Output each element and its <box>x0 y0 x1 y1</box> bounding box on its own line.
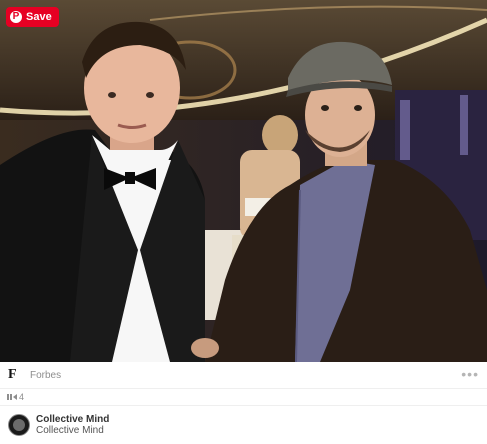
save-label: Save <box>26 11 52 23</box>
avatar[interactable] <box>8 414 30 436</box>
source-row[interactable]: F Forbes ••• <box>0 362 487 389</box>
board-owner[interactable]: Collective Mind <box>36 414 109 425</box>
forbes-logo-icon: F <box>8 367 17 382</box>
save-button[interactable]: P Save <box>6 7 59 27</box>
repin-icon <box>7 394 17 400</box>
board-name[interactable]: Collective Mind <box>36 425 109 436</box>
repin-count: 4 <box>19 392 25 402</box>
pin-photo[interactable]: P Save <box>0 0 487 362</box>
pin-card: P Save F Forbes ••• 4 Collective Mind Co… <box>0 0 487 444</box>
pinterest-logo-icon: P <box>10 11 22 23</box>
source-name[interactable]: Forbes <box>30 370 61 381</box>
board-row[interactable]: Collective Mind Collective Mind <box>0 406 487 444</box>
stats-row: 4 <box>0 389 487 406</box>
board-text: Collective Mind Collective Mind <box>36 414 109 436</box>
more-dots-icon[interactable]: ••• <box>461 367 479 381</box>
